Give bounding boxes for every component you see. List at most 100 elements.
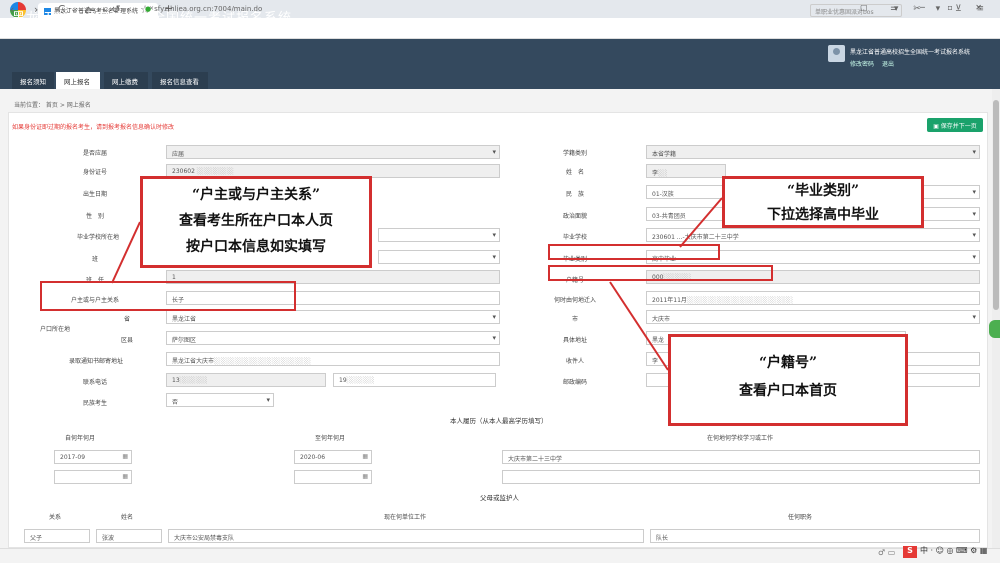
guardian-row1-name[interactable]: 张波 — [96, 529, 162, 543]
phone-value-1: 13 — [172, 377, 180, 384]
tray-icons[interactable]: ♂ ▭ — [878, 548, 895, 557]
label-yingjie: 是否应届 — [82, 150, 107, 157]
phone-input-1[interactable]: 13░░░░░░ — [166, 373, 326, 387]
taskbar — [0, 548, 1000, 563]
label-gender: 性 别 — [85, 213, 104, 220]
highlight-hujihao — [548, 265, 773, 281]
resume-title: 本人履历（从本人最高学历填写） — [450, 417, 548, 425]
label-city: 市 — [571, 316, 578, 323]
app-title: 黑龙江省普通高校招生全国统一考试报名系统 — [12, 11, 293, 26]
guardian-row1-relation[interactable]: 父子 — [24, 529, 90, 543]
movein-input[interactable]: 2011年11月░░░░░░░░░░░░░░░░░░░░░░░ — [646, 291, 980, 305]
side-tool-icon[interactable] — [989, 320, 1000, 338]
mail-addr-input[interactable]: 黑龙江省大庆市░░░░░░░░░░░░░░░░░░░░░ — [166, 352, 500, 366]
guardians-col-relation: 关系 — [48, 514, 61, 521]
tab-notice[interactable]: 报名须知 — [12, 72, 54, 89]
province-select[interactable]: 黑龙江省 — [166, 310, 500, 324]
resume-row1-to[interactable]: 2020-06 — [294, 450, 372, 464]
label-zhengzhi: 政治面貌 — [562, 213, 587, 220]
save-next-button[interactable]: ▣ 保存并下一页 — [927, 118, 983, 132]
label-receiver: 收件人 — [565, 358, 584, 365]
annotation-relation-title: “户主或与户主关系” — [191, 187, 321, 203]
label-district: 区县 — [120, 337, 133, 344]
tab-online-register[interactable]: 网上报名 — [56, 72, 100, 89]
label-phone: 联系电话 — [82, 379, 107, 386]
avatar-icon — [828, 45, 845, 62]
masked-text: ░░░░░░░░ — [196, 168, 234, 175]
label-province: 省 — [123, 316, 130, 323]
guardian-row1-work[interactable]: 大庆市公安局禁毒支队 — [168, 529, 644, 543]
label-name: 姓 名 — [565, 169, 584, 176]
masked-text: ░░░░░░░░░░░░░░░░░░░░░ — [214, 358, 311, 365]
yingjie-select[interactable]: 应届 — [166, 145, 500, 159]
gradschool-select[interactable]: 230601 ...-大庆市第二十三中学 — [646, 228, 980, 242]
tab-info-view[interactable]: 报名信息查看 — [152, 72, 208, 89]
guardians-col-position: 任何职务 — [787, 514, 812, 521]
label-movein: 何时由何地迁入 — [553, 297, 596, 304]
label-address: 具体地址 — [562, 337, 587, 344]
masked-text: ░░ — [658, 170, 668, 177]
logout-link[interactable]: 退出 — [882, 61, 894, 68]
phone-value-2: 19 — [339, 377, 347, 384]
save-next-label: 保存并下一页 — [940, 123, 977, 130]
scrollbar-thumb[interactable] — [993, 100, 999, 310]
city-select[interactable]: 大庆市 — [646, 310, 980, 324]
annotation-hujihao-line2: 查看户口本首页 — [739, 383, 837, 399]
ethnic-exam-select[interactable]: 否 — [166, 393, 274, 407]
gradschool-region-select[interactable] — [378, 228, 500, 242]
ime-toolbar[interactable]: S中 · ☺ ◎ ⌨ ⚙ ▦ — [903, 545, 987, 558]
label-xueji: 学籍类别 — [562, 150, 587, 157]
guardian-row1-position[interactable]: 队长 — [650, 529, 980, 543]
label-ethnic-exam: 民族考生 — [82, 400, 107, 407]
resume-col-from: 自何年何月 — [64, 435, 95, 442]
ban-select[interactable] — [378, 250, 500, 264]
name-field[interactable]: 李░░ — [646, 164, 726, 178]
user-box: 黑龙江省普通高校招生全国统一考试报名系统 修改密码 退出 — [828, 45, 998, 75]
label-birth: 出生日期 — [82, 191, 107, 198]
label-minzu: 民 族 — [565, 191, 584, 198]
masked-text: ░░░░░░ — [179, 377, 208, 384]
label-mail-addr: 录取通知书邮寄地址 — [68, 358, 123, 365]
sogou-ime-icon[interactable]: S — [903, 546, 917, 558]
guardians-title: 父母或监护人 — [480, 494, 519, 502]
annotation-relation-line2: 查看考生所在户口本人页 — [179, 213, 333, 229]
highlight-gradtype — [548, 244, 720, 260]
guardians-col-work: 现在何单位工作 — [383, 514, 426, 521]
tab-online-pay[interactable]: 网上缴费 — [104, 72, 148, 89]
resume-row1-from[interactable]: 2017-09 — [54, 450, 132, 464]
phone-input-2[interactable]: 19░░░░░░ — [333, 373, 496, 387]
district-select[interactable]: 萨尔图区 — [166, 331, 500, 345]
user-links: 修改密码 退出 — [850, 59, 902, 68]
change-password-link[interactable]: 修改密码 — [850, 61, 874, 68]
guardians-col-name: 姓名 — [120, 514, 133, 521]
masked-text: ░░░░░░░░░░░░░░░░░░░░░░░ — [686, 297, 794, 304]
browser-search-input[interactable]: 单职业优惠固派对bos — [810, 4, 902, 17]
browser-tools[interactable]: ▾ ✂ ▾ ⊻ ≡ — [894, 4, 990, 14]
annotation-gradtype-line2: 下拉选择高中毕业 — [767, 207, 879, 223]
label-gradschool-region: 毕业学校所在地 — [76, 234, 119, 241]
resume-col-where: 在何地何学校学习或工作 — [706, 435, 773, 442]
breadcrumb: 当前位置： 首页 > 网上报名 — [14, 102, 91, 109]
resume-row1-where[interactable]: 大庆市第二十三中学 — [502, 450, 980, 464]
xueji-select[interactable]: 本省学籍 — [646, 145, 980, 159]
annotation-hujihao-title: “户籍号” — [758, 355, 818, 371]
resume-col-to: 至何年何月 — [314, 435, 345, 442]
resume-row2-from[interactable] — [54, 470, 132, 484]
notice-text: 如果身份证即过期的报名考生，请到报考报名信息确认时修改 — [12, 124, 175, 131]
label-huji-group: 户口所在地 — [39, 326, 70, 333]
masked-text: ░░░░░░ — [346, 377, 375, 384]
idcard-value: 230602 — [172, 168, 195, 175]
annotation-gradtype-title: “毕业类别” — [786, 183, 860, 199]
user-name: 黑龙江省普通高校招生全国统一考试报名系统 — [850, 49, 971, 56]
annotation-relation-line3: 按户口本信息如实填写 — [186, 239, 326, 255]
highlight-relation — [40, 281, 296, 311]
mail-addr-value: 黑龙江省大庆市 — [172, 358, 215, 365]
movein-value: 2011年11月 — [652, 297, 687, 304]
label-ban: 班 — [91, 256, 98, 263]
label-gradschool: 毕业学校 — [562, 234, 587, 241]
label-idcard: 身份证号 — [82, 169, 107, 176]
resume-row2-to[interactable] — [294, 470, 372, 484]
resume-row2-where[interactable] — [502, 470, 980, 484]
label-postcode: 邮政编码 — [562, 379, 587, 386]
ime-icons[interactable]: 中 · ☺ ◎ ⌨ ⚙ ▦ — [920, 546, 987, 555]
